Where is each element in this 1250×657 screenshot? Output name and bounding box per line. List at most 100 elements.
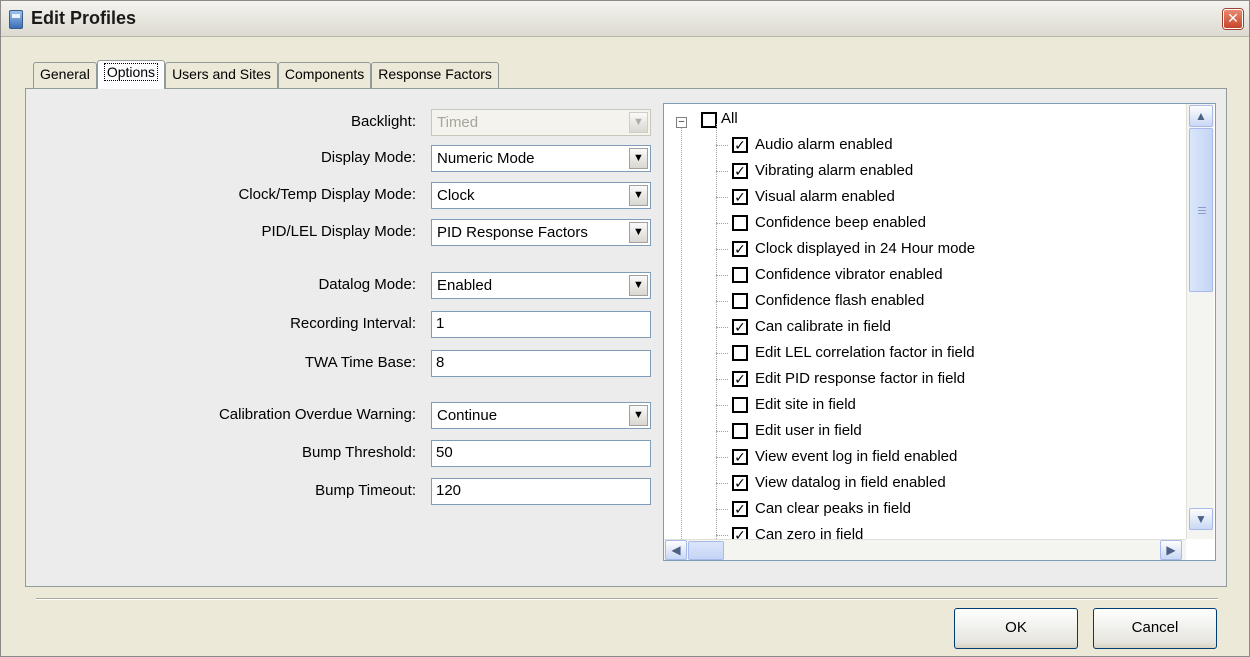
tree-line [716, 145, 728, 146]
tree-label: Confidence vibrator enabled [755, 266, 943, 283]
calibration-overdue-label: Calibration Overdue Warning: [218, 406, 416, 423]
tree-item[interactable]: ✓ Can clear peaks in field [664, 498, 1184, 522]
bump-threshold-field[interactable] [431, 440, 651, 467]
tree-item[interactable]: Confidence flash enabled [664, 290, 1184, 314]
tree-item[interactable]: Confidence beep enabled [664, 212, 1184, 236]
collapse-icon[interactable]: − [676, 117, 687, 128]
clock-temp-select[interactable]: Clock ▼ [431, 182, 651, 209]
tree-item[interactable]: ✓ Vibrating alarm enabled [664, 160, 1184, 184]
scroll-right-icon[interactable]: ▶ [1160, 540, 1182, 560]
tree-root-all[interactable]: − All [664, 108, 1184, 132]
tab-options[interactable]: Options [96, 60, 166, 89]
display-mode-select[interactable]: Numeric Mode ▼ [431, 145, 651, 172]
checkbox[interactable]: ✓ [732, 371, 748, 387]
tree-label: View event log in field enabled [755, 448, 958, 465]
tree-label: Confidence flash enabled [755, 292, 925, 309]
checkbox[interactable]: ✓ [732, 501, 748, 517]
tree-item[interactable]: Confidence vibrator enabled [664, 264, 1184, 288]
bump-timeout-input[interactable] [432, 479, 642, 502]
tab-general[interactable]: General [33, 62, 97, 88]
tree-item[interactable]: Edit LEL correlation factor in field [664, 342, 1184, 366]
scroll-down-icon[interactable]: ▼ [1189, 508, 1213, 530]
calibration-overdue-value: Continue [437, 407, 498, 424]
pid-lel-label: PID/LEL Display Mode: [261, 223, 416, 240]
horizontal-scroll-thumb[interactable] [688, 541, 724, 560]
datalog-mode-label: Datalog Mode: [318, 276, 416, 293]
tree-line [716, 124, 717, 539]
tree-item[interactable]: ✓ View event log in field enabled [664, 446, 1184, 470]
tree-item[interactable]: Edit site in field [664, 394, 1184, 418]
datalog-mode-select[interactable]: Enabled ▼ [431, 272, 651, 299]
options-tree[interactable]: − All ✓ Audio alarm enabled ✓ Vibrating ala… [663, 103, 1216, 561]
tree-line [716, 327, 728, 328]
close-button[interactable]: ✕ [1223, 9, 1243, 29]
grip-line [1198, 213, 1206, 214]
chevron-down-icon[interactable]: ▼ [629, 222, 648, 243]
tree-line [716, 197, 728, 198]
backlight-label: Backlight: [350, 113, 416, 130]
vertical-scroll-thumb[interactable] [1189, 128, 1213, 292]
checkbox[interactable] [732, 423, 748, 439]
tree-label: Can calibrate in field [755, 318, 891, 335]
checkbox[interactable]: ✓ [732, 449, 748, 465]
checkbox[interactable]: ✓ [732, 189, 748, 205]
ok-button[interactable]: OK [954, 608, 1078, 649]
divider [36, 598, 1218, 600]
chevron-down-icon[interactable]: ▼ [629, 275, 648, 296]
checkbox-all[interactable] [701, 112, 717, 128]
tree-line [716, 405, 728, 406]
tree-line [716, 353, 728, 354]
calibration-overdue-select[interactable]: Continue ▼ [431, 402, 651, 429]
checkbox[interactable]: ✓ [732, 475, 748, 491]
chevron-down-icon[interactable]: ▼ [629, 405, 648, 426]
recording-interval-field[interactable] [431, 311, 651, 338]
bump-timeout-label: Bump Timeout: [315, 482, 416, 499]
checkbox[interactable] [732, 267, 748, 283]
tree-item[interactable]: Edit user in field [664, 420, 1184, 444]
tree-item[interactable]: ✓ Edit PID response factor in field [664, 368, 1184, 392]
tree-item[interactable]: ✓ Clock displayed in 24 Hour mode [664, 238, 1184, 262]
scroll-up-icon[interactable]: ▲ [1189, 105, 1213, 127]
checkbox[interactable] [732, 345, 748, 361]
bump-threshold-input[interactable] [432, 441, 642, 464]
pid-lel-value: PID Response Factors [437, 224, 588, 241]
chevron-down-icon[interactable]: ▼ [629, 185, 648, 206]
tab-response-factors[interactable]: Response Factors [371, 62, 499, 88]
checkbox[interactable]: ✓ [732, 319, 748, 335]
scroll-left-icon[interactable]: ◀ [665, 540, 687, 560]
vertical-scrollbar[interactable]: ▲ ▼ [1186, 104, 1214, 539]
tree-line [716, 509, 728, 510]
tree-item[interactable]: ✓ Can calibrate in field [664, 316, 1184, 340]
clock-temp-label: Clock/Temp Display Mode: [238, 186, 416, 203]
tree-line [716, 301, 728, 302]
tab-components[interactable]: Components [277, 62, 372, 88]
cancel-button[interactable]: Cancel [1093, 608, 1217, 649]
checkbox[interactable]: ✓ [732, 163, 748, 179]
tree-item[interactable]: ✓ Visual alarm enabled [664, 186, 1184, 210]
tree-line [716, 171, 728, 172]
window-title: Edit Profiles [31, 8, 137, 28]
pid-lel-select[interactable]: PID Response Factors ▼ [431, 219, 651, 246]
title-bar[interactable]: Edit Profiles ✕ [1, 1, 1249, 37]
checkbox[interactable]: ✓ [732, 241, 748, 257]
tree-label: Visual alarm enabled [755, 188, 895, 205]
tree-item[interactable]: ✓ View datalog in field enabled [664, 472, 1184, 496]
clock-temp-value: Clock [437, 187, 475, 204]
bump-timeout-field[interactable] [431, 478, 651, 505]
tree-line [716, 379, 728, 380]
checkbox[interactable] [732, 293, 748, 309]
tree-item[interactable]: ✓ Audio alarm enabled [664, 134, 1184, 158]
tab-users-and-sites[interactable]: Users and Sites [165, 62, 278, 88]
horizontal-scrollbar[interactable]: ◀ ▶ [664, 539, 1186, 560]
edit-profiles-window: Edit Profiles ✕ General Options Users an… [0, 0, 1250, 657]
recording-interval-input[interactable] [432, 312, 642, 335]
checkbox[interactable] [732, 397, 748, 413]
twa-time-base-input[interactable] [432, 351, 642, 374]
checkbox[interactable]: ✓ [732, 137, 748, 153]
tree-label: Edit user in field [755, 422, 862, 439]
checkbox[interactable] [732, 215, 748, 231]
tab-strip: General Options Users and Sites Componen… [33, 60, 499, 89]
twa-time-base-field[interactable] [431, 350, 651, 377]
chevron-down-icon[interactable]: ▼ [629, 148, 648, 169]
tree-line [716, 431, 728, 432]
